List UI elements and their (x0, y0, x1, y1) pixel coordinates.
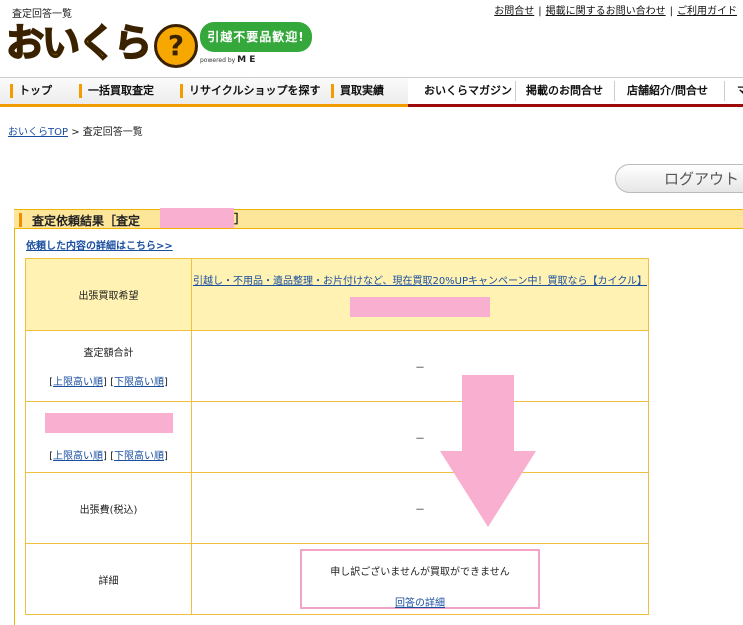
row-label: [上限高い順] [下限高い順] (25, 401, 192, 473)
logo-question-mark: ? (154, 24, 198, 68)
nav-top[interactable]: トップ (10, 77, 52, 104)
row-value: 申し訳ございませんが買取ができません 回答の詳細 (191, 543, 649, 615)
nav-listing-inquiry[interactable]: 掲載のお問合せ (526, 77, 603, 104)
nav-more[interactable]: マ (737, 77, 743, 104)
listing-inquiry-link[interactable]: 掲載に関するお問い合わせ (546, 6, 666, 17)
section-title: 査定依頼結果［査定 (32, 214, 141, 228)
down-arrow-icon (440, 375, 536, 527)
breadcrumb-current: 査定回答一覧 (82, 127, 143, 138)
nav-bulk-appraisal[interactable]: 一括買取査定 (79, 77, 154, 104)
breadcrumb-home[interactable]: おいくらTOP (8, 127, 68, 138)
sort-upper-link[interactable]: 上限高い順 (53, 451, 103, 462)
powered-by: powered by M E (200, 55, 256, 65)
table-row: 査定額合計 [上限高い順] [下限高い順] － (25, 330, 649, 402)
nav-shop-intro[interactable]: 店舗紹介/問合せ (627, 77, 708, 104)
redaction-mask (44, 412, 173, 433)
answer-detail-link[interactable]: 回答の詳細 (302, 594, 538, 609)
answer-box: 申し訳ございませんが買取ができません 回答の詳細 (300, 549, 540, 609)
top-links: お問合せ | 掲載に関するお問い合わせ | ご利用ガイド (494, 6, 737, 17)
table-row: 出張費(税込) － (25, 472, 649, 544)
breadcrumb: おいくらTOP > 査定回答一覧 (8, 127, 143, 138)
user-guide-link[interactable]: ご利用ガイド (677, 6, 737, 17)
row-value: － (191, 472, 649, 544)
row-value: 引越し・不用品・遺品整理・お片付けなど、現在買取20%UPキャンペーン中！買取な… (191, 258, 649, 331)
table-row: 詳細 申し訳ございませんが買取ができません 回答の詳細 (25, 543, 649, 615)
nav-purchase-record[interactable]: 買取実績 (331, 77, 384, 104)
site-logo[interactable]: おいくら ? (5, 20, 198, 72)
sort-lower-link[interactable]: 下限高い順 (114, 377, 164, 388)
table-row: 出張買取希望 引越し・不用品・遺品整理・お片付けなど、現在買取20%UPキャンペ… (25, 258, 649, 331)
sort-lower-link[interactable]: 下限高い順 (114, 451, 164, 462)
campaign-link[interactable]: 引越し・不用品・遺品整理・お片付けなど、現在買取20%UPキャンペーン中！買取な… (193, 276, 647, 287)
request-details-link[interactable]: 依頼した内容の詳細はこちら>> (26, 237, 173, 252)
answer-message: 申し訳ございませんが買取ができません (330, 567, 510, 578)
nav-magazine[interactable]: おいくらマガジン (424, 77, 512, 104)
sort-links: [上限高い順] [下限高い順] (49, 377, 168, 388)
redaction-mask (350, 297, 490, 317)
main-nav: トップ 一括買取査定 リサイクルショップを探す 買取実績 おいくらマガジン 掲載… (0, 77, 743, 107)
moving-badge: 引越不要品歓迎! (200, 22, 312, 52)
logout-button[interactable]: ログアウト (615, 164, 743, 193)
page-caption: 査定回答一覧 (12, 9, 72, 20)
row-value: － (191, 330, 649, 402)
row-label: 出張費(税込) (25, 472, 192, 544)
contact-link[interactable]: お問合せ (494, 6, 534, 17)
section-header: 査定依頼結果［査定 (14, 209, 743, 229)
table-row: [上限高い順] [下限高い順] － (25, 401, 649, 473)
row-label: 出張買取希望 (25, 258, 192, 331)
row-value: － (191, 401, 649, 473)
sort-upper-link[interactable]: 上限高い順 (53, 377, 103, 388)
logo-wordmark: おいくら (5, 20, 153, 66)
redaction-mask (160, 208, 234, 228)
nav-find-shop[interactable]: リサイクルショップを探す (180, 77, 320, 104)
result-table: 出張買取希望 引越し・不用品・遺品整理・お片付けなど、現在買取20%UPキャンペ… (25, 258, 649, 615)
sort-links: [上限高い順] [下限高い順] (49, 450, 168, 462)
brand-logo: M E (237, 55, 256, 65)
row-label: 査定額合計 [上限高い順] [下限高い順] (25, 330, 192, 402)
row-label: 詳細 (25, 543, 192, 615)
